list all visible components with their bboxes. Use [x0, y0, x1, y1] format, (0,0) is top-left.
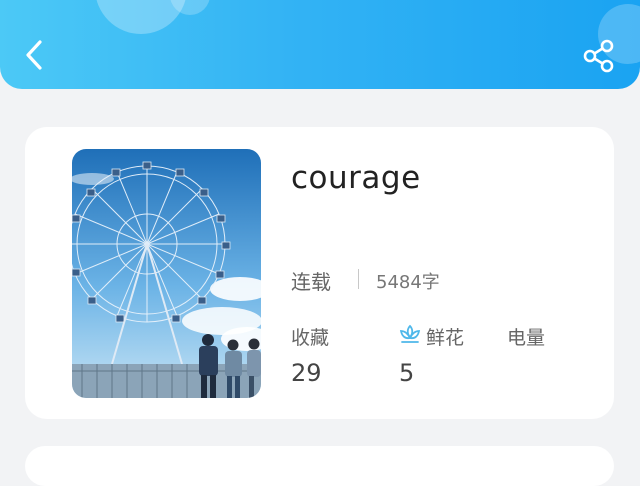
next-section-card [25, 446, 614, 486]
favorites-count: 29 [291, 359, 322, 387]
book-title: courage [291, 160, 421, 196]
flowers-count: 5 [399, 359, 415, 387]
book-cover-image[interactable] [72, 149, 261, 398]
chevron-left-icon [26, 40, 42, 70]
serial-status: 连载 [291, 270, 331, 294]
word-count: 5484字 [376, 272, 440, 293]
flowers-label: 鲜花 [426, 327, 465, 349]
divider [358, 269, 359, 289]
back-button[interactable] [18, 36, 54, 74]
top-bar [0, 0, 640, 89]
favorites-label: 收藏 [291, 327, 330, 349]
power-label: 电量 [507, 327, 546, 349]
share-button[interactable] [580, 38, 618, 74]
share-icon [583, 39, 614, 73]
flower-icon [399, 324, 421, 343]
book-info-card: courage 连载 5484字 收藏 29 鲜花 5 电量 [25, 127, 614, 419]
